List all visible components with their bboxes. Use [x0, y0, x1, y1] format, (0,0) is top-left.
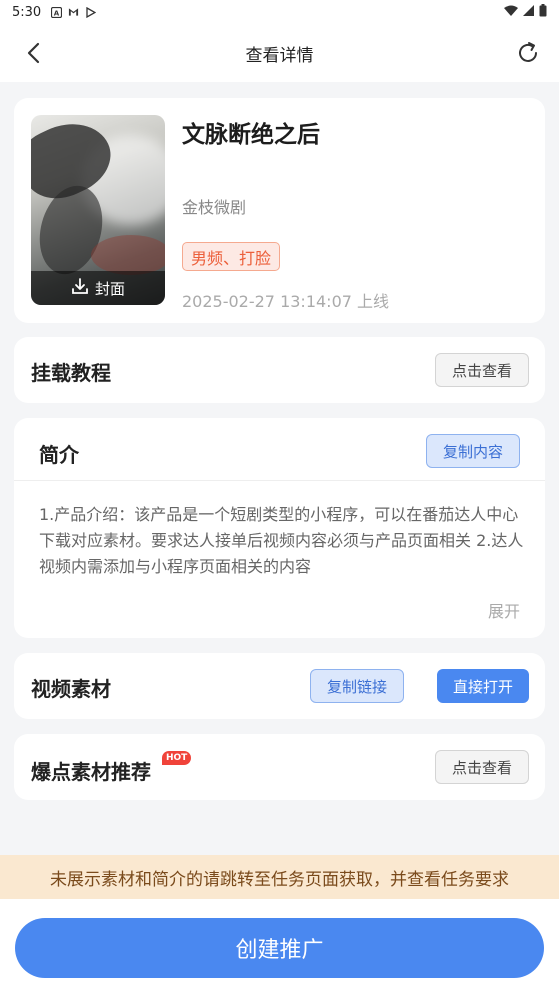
drama-title: 文脉断绝之后 [182, 122, 320, 148]
intro-text: 1.产品介绍：该产品是一个短剧类型的小程序，可以在番茄达人中心下载对应素材。要求… [39, 505, 524, 576]
signal-icon [523, 4, 534, 20]
back-icon[interactable] [22, 40, 48, 66]
drama-tags: 男频、打脸 [182, 242, 281, 271]
hot-badge: HOT [162, 751, 192, 765]
tutorial-title: 挂载教程 [31, 361, 111, 385]
svg-text:A: A [54, 9, 60, 17]
video-material-title: 视频素材 [31, 677, 111, 701]
status-time: 5:30 [12, 4, 42, 20]
drama-info-card: 封面 文脉断绝之后 金枝微剧 男频、打脸 2025-02-27 13:14:07… [14, 98, 545, 323]
hot-material-view-button[interactable]: 点击查看 [434, 750, 529, 784]
expand-button[interactable]: 展开 [488, 598, 520, 622]
status-bar: 5:30 A [0, 0, 559, 24]
intro-card: 简介 复制内容 1.产品介绍：该产品是一个短剧类型的小程序，可以在番茄达人中心下… [14, 418, 545, 638]
create-promotion-button[interactable]: 创建推广 [15, 918, 544, 978]
open-directly-button[interactable]: 直接打开 [436, 669, 529, 703]
refresh-icon[interactable] [515, 40, 541, 66]
tutorial-card: 挂载教程 点击查看 [14, 337, 545, 403]
drama-producer: 金枝微剧 [182, 198, 247, 217]
copy-content-button[interactable]: 复制内容 [425, 434, 520, 468]
gmail-icon [68, 7, 79, 18]
notice-banner: 未展示素材和简介的请跳转至任务页面获取，并查看任务要求 [0, 855, 559, 899]
nav-bar: 查看详情 [0, 24, 559, 82]
tutorial-view-button[interactable]: 点击查看 [434, 353, 529, 387]
play-icon [85, 6, 96, 18]
intro-title: 简介 [39, 443, 79, 467]
download-icon [71, 277, 89, 299]
video-material-card: 视频素材 复制链接 直接打开 [14, 653, 545, 719]
hot-material-title: 爆点素材推荐 [31, 760, 151, 784]
cover-download-button[interactable]: 封面 [31, 271, 165, 305]
copy-link-button[interactable]: 复制链接 [310, 669, 405, 703]
wifi-icon [504, 5, 518, 20]
a-icon: A [51, 6, 63, 18]
page-title: 查看详情 [245, 45, 314, 66]
cover-download-label: 封面 [94, 279, 125, 298]
drama-online-time: 2025-02-27 13:14:07 上线 [182, 292, 390, 311]
divider [14, 480, 545, 481]
cover-image: 封面 [31, 115, 165, 305]
hot-material-card: 爆点素材推荐 HOT 点击查看 [14, 734, 545, 800]
battery-icon [539, 3, 547, 21]
